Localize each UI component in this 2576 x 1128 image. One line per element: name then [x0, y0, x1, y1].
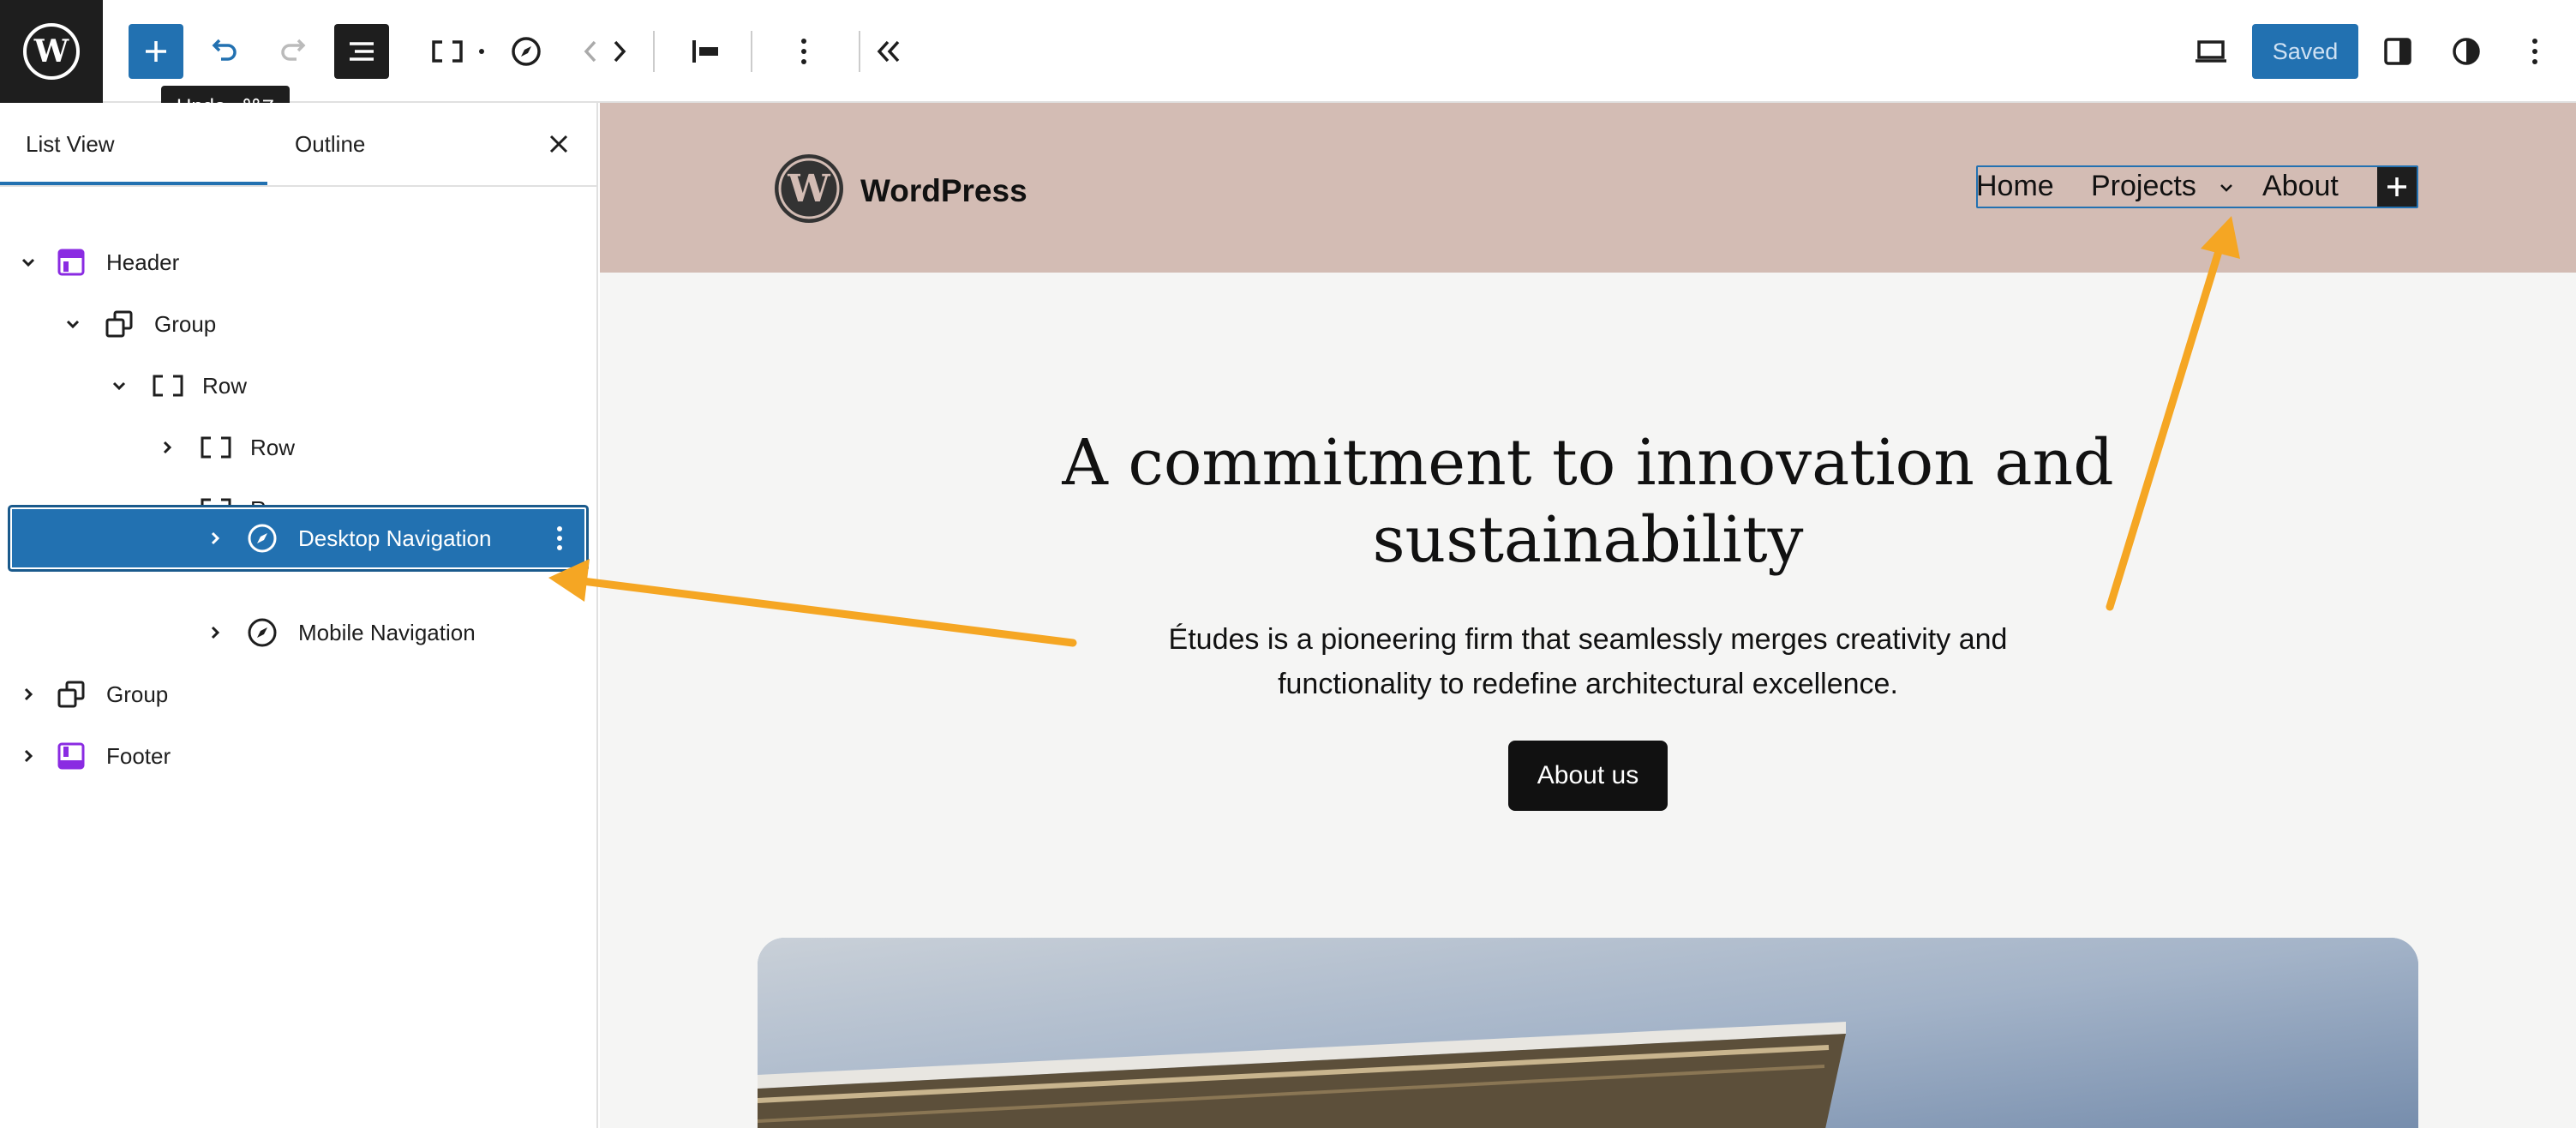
list-item-label: Group — [106, 681, 169, 707]
row-icon — [199, 435, 233, 460]
list-item-group[interactable]: Group — [0, 293, 596, 355]
add-nav-item-button[interactable] — [2377, 167, 2417, 207]
chevron-double-left-icon — [877, 40, 900, 63]
list-item-mobile-navigation[interactable]: Mobile Navigation — [0, 602, 596, 663]
chevron-down-icon[interactable] — [110, 376, 129, 395]
building-roof-illustration — [758, 938, 2418, 1128]
navigation-icon — [247, 523, 278, 554]
hero-paragraph[interactable]: Études is a pioneering firm that seamles… — [600, 617, 2576, 706]
more-vertical-icon — [801, 39, 806, 64]
chevron-down-icon[interactable] — [19, 253, 38, 272]
desktop-icon — [2196, 40, 2226, 63]
redo-button[interactable] — [266, 24, 321, 79]
about-us-button[interactable]: About us — [1508, 741, 1668, 811]
wordpress-logo-button[interactable]: W — [0, 0, 103, 103]
list-item-label: Mobile Navigation — [298, 619, 476, 645]
tab-list-view[interactable]: List View — [26, 103, 115, 185]
list-item-row[interactable]: Row — [0, 417, 596, 478]
list-item-group[interactable]: Group — [0, 663, 596, 725]
list-item-header[interactable]: Header — [0, 231, 596, 293]
navigation-icon — [247, 617, 278, 648]
editor-canvas: W WordPress Home Projects About A commit… — [600, 103, 2576, 1128]
list-view-sidebar: List View Outline Header Group Row Row R… — [0, 103, 598, 1128]
list-item-label: Row — [250, 434, 296, 460]
saved-button[interactable]: Saved — [2252, 24, 2358, 79]
more-vertical-icon — [557, 526, 562, 550]
justify-left-icon — [692, 40, 718, 63]
desktop-navigation-block[interactable]: Home Projects About — [1976, 165, 2418, 208]
chevron-right-icon[interactable] — [206, 529, 225, 548]
group-icon — [105, 309, 134, 339]
list-item-desktop-navigation[interactable]: Desktop Navigation — [10, 507, 586, 569]
list-item-label: Desktop Navigation — [298, 525, 492, 551]
device-preview-button[interactable] — [2184, 24, 2238, 79]
wordpress-logo-icon: W — [775, 154, 843, 223]
block-options-button[interactable] — [776, 24, 831, 79]
svg-text:W: W — [787, 167, 830, 211]
sidebar-tabs: List View Outline — [0, 103, 596, 187]
plus-icon — [146, 41, 166, 62]
close-sidebar-button[interactable] — [540, 125, 578, 163]
compass-icon — [512, 37, 541, 66]
heading-line: A commitment to innovation and — [1062, 426, 2114, 500]
collapse-toolbar-button[interactable] — [862, 24, 917, 79]
toolbar-separator — [859, 31, 860, 72]
list-item-label: Footer — [106, 742, 171, 769]
paragraph-line: Études is a pioneering firm that seamles… — [1168, 623, 2008, 656]
chevron-right-icon[interactable] — [19, 685, 38, 704]
nav-item-projects[interactable]: Projects — [2091, 170, 2196, 203]
plus-icon — [2387, 177, 2406, 196]
list-view-toggle[interactable] — [334, 24, 389, 79]
wordpress-logo-icon: W — [23, 23, 80, 80]
list-item-label: Row — [202, 372, 248, 399]
list-view-icon — [350, 42, 374, 61]
heading-line: sustainability — [1372, 503, 1804, 577]
settings-sidebar-toggle[interactable] — [2370, 24, 2425, 79]
justification-button[interactable] — [679, 24, 734, 79]
list-item-label: Header — [106, 249, 180, 275]
active-tab-indicator — [0, 182, 267, 185]
block-inserter-button[interactable] — [129, 24, 183, 79]
hero-image[interactable] — [758, 938, 2418, 1128]
site-logo[interactable]: W — [773, 153, 845, 225]
list-item-label: Group — [154, 310, 217, 337]
move-block-buttons[interactable] — [571, 24, 639, 79]
chevron-right-icon[interactable] — [206, 623, 225, 642]
group-icon — [57, 680, 86, 709]
chevron-down-icon[interactable] — [2218, 179, 2235, 196]
template-part-header-icon — [57, 248, 86, 277]
toolbar-separator — [653, 31, 655, 72]
close-icon — [549, 135, 568, 153]
undo-icon — [212, 39, 237, 61]
dot-icon — [479, 49, 484, 54]
options-menu-button[interactable] — [2507, 24, 2562, 79]
chevron-left-right-icon — [584, 40, 626, 63]
redo-icon — [281, 39, 306, 61]
site-title[interactable]: WordPress — [860, 173, 1027, 209]
chevron-right-icon[interactable] — [158, 438, 177, 457]
nav-item-about[interactable]: About — [2262, 170, 2339, 203]
chevron-right-icon[interactable] — [19, 747, 38, 765]
sidebar-icon — [2384, 38, 2411, 65]
navigation-block-button[interactable] — [499, 24, 554, 79]
toolbar-separator — [751, 31, 752, 72]
list-item-row[interactable]: Row — [0, 355, 596, 417]
list-item-footer[interactable]: Footer — [0, 725, 596, 787]
svg-text:W: W — [33, 33, 69, 69]
site-header: W WordPress Home Projects About — [600, 103, 2576, 273]
hero-heading[interactable]: A commitment to innovation and sustainab… — [600, 424, 2576, 579]
nav-item-home[interactable]: Home — [1976, 170, 2054, 203]
tab-outline[interactable]: Outline — [295, 103, 365, 185]
template-part-footer-icon — [57, 741, 86, 771]
paragraph-line: functionality to redefine architectural … — [1278, 668, 1898, 700]
contrast-icon — [2453, 38, 2480, 65]
undo-button[interactable] — [197, 24, 252, 79]
styles-button[interactable] — [2439, 24, 2494, 79]
editor-toolbar: W Undo ⌘Z Saved — [0, 0, 2576, 129]
item-options-button[interactable] — [555, 524, 564, 553]
more-vertical-icon — [2532, 39, 2537, 64]
row-icon — [151, 373, 185, 399]
chevron-down-icon[interactable] — [63, 315, 82, 333]
